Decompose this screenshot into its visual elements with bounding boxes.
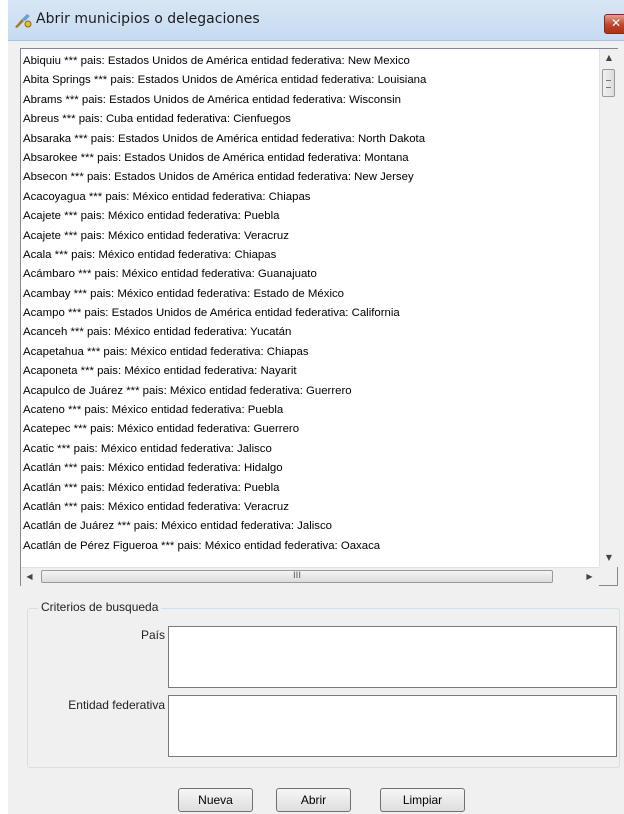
list-item[interactable]: Abita Springs *** pais: Estados Unidos d… xyxy=(21,71,599,90)
list-item[interactable]: Acajete *** pais: México entidad federat… xyxy=(21,207,599,226)
horizontal-scrollbar[interactable]: ◀ III ▶ xyxy=(21,567,599,586)
list-item[interactable]: Acatlán de Pérez Figueroa *** pais: Méxi… xyxy=(21,537,599,556)
scrollbar-corner xyxy=(599,567,617,585)
list-item[interactable]: Abreus *** pais: Cuba entidad federativa… xyxy=(21,110,599,129)
list-item[interactable]: Acatlán de Juárez *** pais: México entid… xyxy=(21,517,599,536)
close-icon: ✕ xyxy=(610,16,622,30)
list-item[interactable]: Acaponeta *** pais: México entidad feder… xyxy=(21,362,599,381)
municipios-list[interactable]: Abiquiu *** pais: Estados Unidos de Amér… xyxy=(20,48,618,586)
vertical-scroll-thumb[interactable] xyxy=(602,69,615,97)
list-item[interactable]: Acateno *** pais: México entidad federat… xyxy=(21,401,599,420)
list-item[interactable]: Acatic *** pais: México entidad federati… xyxy=(21,440,599,459)
list-item[interactable]: Acanceh *** pais: México entidad federat… xyxy=(21,323,599,342)
scroll-left-icon[interactable]: ◀ xyxy=(21,568,38,586)
list-item[interactable]: Acatlán *** pais: México entidad federat… xyxy=(21,459,599,478)
limpiar-button[interactable]: Limpiar xyxy=(380,788,465,812)
list-item[interactable]: Acajete *** pais: México entidad federat… xyxy=(21,227,599,246)
scroll-right-icon[interactable]: ▶ xyxy=(581,568,598,586)
window-title: Abrir municipios o delegaciones xyxy=(36,11,260,27)
horizontal-scroll-thumb[interactable]: III xyxy=(41,570,553,583)
list-item[interactable]: Acampo *** pais: Estados Unidos de Améri… xyxy=(21,304,599,323)
list-item[interactable]: Acapulco de Juárez *** pais: México enti… xyxy=(21,382,599,401)
list-item[interactable]: Acatlán *** pais: México entidad federat… xyxy=(21,498,599,517)
close-button[interactable]: ✕ xyxy=(604,14,624,34)
title-bar: Abrir municipios o delegaciones ✕ xyxy=(8,0,624,41)
list-items: Abiquiu *** pais: Estados Unidos de Amér… xyxy=(21,52,599,566)
list-item[interactable]: Abrams *** pais: Estados Unidos de Améri… xyxy=(21,91,599,110)
list-item[interactable]: Abiquiu *** pais: Estados Unidos de Amér… xyxy=(21,52,599,71)
list-item[interactable]: Acala *** pais: México entidad federativ… xyxy=(21,246,599,265)
list-item[interactable]: Acatlán *** pais: México entidad federat… xyxy=(21,479,599,498)
list-item[interactable]: Acatepec *** pais: México entidad federa… xyxy=(21,420,599,439)
list-item[interactable]: Absaraka *** pais: Estados Unidos de Amé… xyxy=(21,130,599,149)
nueva-button[interactable]: Nueva xyxy=(178,788,253,812)
criteria-legend: Criterios de busqueda xyxy=(38,600,162,614)
entidad-field[interactable] xyxy=(168,695,617,757)
scroll-down-icon[interactable]: ▼ xyxy=(600,549,618,566)
vertical-scrollbar[interactable]: ▲ ▼ xyxy=(599,49,618,567)
pais-label: País xyxy=(140,628,165,642)
scroll-up-icon[interactable]: ▲ xyxy=(600,49,618,66)
abrir-button[interactable]: Abrir xyxy=(276,788,351,812)
list-item[interactable]: Acambay *** pais: México entidad federat… xyxy=(21,285,599,304)
criteria-group: Criterios de busqueda País Entidad feder… xyxy=(27,600,620,768)
list-item[interactable]: Absarokee *** pais: Estados Unidos de Am… xyxy=(21,149,599,168)
pais-field[interactable] xyxy=(168,626,617,688)
list-item[interactable]: Absecon *** pais: Estados Unidos de Amér… xyxy=(21,168,599,187)
entidad-label: Entidad federativa xyxy=(68,698,165,712)
list-item[interactable]: Acámbaro *** pais: México entidad federa… xyxy=(21,265,599,284)
dialog-window: Abrir municipios o delegaciones ✕ Abiqui… xyxy=(8,0,624,814)
list-item[interactable]: Acacoyagua *** pais: México entidad fede… xyxy=(21,188,599,207)
grip-icon xyxy=(606,80,611,88)
app-icon xyxy=(14,13,32,29)
list-item[interactable]: Acapetahua *** pais: México entidad fede… xyxy=(21,343,599,362)
